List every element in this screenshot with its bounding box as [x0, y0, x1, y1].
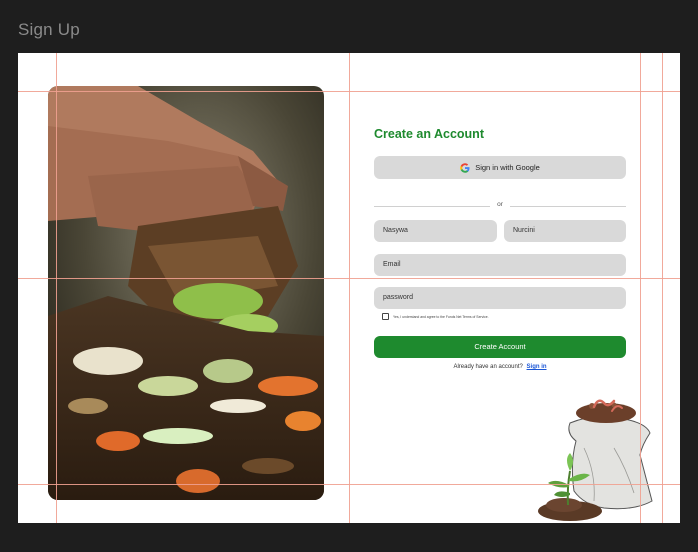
password-field[interactable]: password: [374, 287, 626, 309]
google-button-label: Sign in with Google: [475, 163, 540, 172]
layout-guide: [640, 53, 641, 523]
google-signin-button[interactable]: Sign in with Google: [374, 156, 626, 179]
signin-row: Already have an account? Sign in: [374, 364, 626, 370]
frame-label: Sign Up: [18, 20, 80, 39]
compost-sack-illustration: [538, 399, 653, 521]
layout-guide: [18, 91, 680, 92]
last-name-field[interactable]: Nurcini: [504, 220, 626, 242]
create-account-button[interactable]: Create Account: [374, 336, 626, 358]
divider-line-right: [510, 206, 626, 207]
google-icon: [460, 162, 470, 173]
terms-text: Yes, I understand and agree to the Funds…: [393, 314, 489, 319]
signin-link[interactable]: Sign in: [527, 364, 547, 370]
terms-row: Yes, I understand and agree to the Funds…: [382, 313, 489, 320]
terms-checkbox[interactable]: [382, 313, 389, 320]
layout-guide: [18, 484, 680, 485]
form-title: Create an Account: [374, 127, 484, 141]
signin-prompt: Already have an account?: [453, 364, 523, 370]
first-name-field[interactable]: Nasywa: [374, 220, 497, 242]
layout-guide: [349, 53, 350, 523]
compost-hands-photo: [48, 86, 324, 500]
layout-guide: [18, 278, 680, 279]
layout-guide: [56, 53, 57, 523]
layout-guide: [662, 53, 663, 523]
signup-frame: Create an Account Sign in with Google or…: [18, 53, 680, 523]
email-field[interactable]: Email: [374, 254, 626, 276]
or-divider: or: [374, 201, 626, 211]
